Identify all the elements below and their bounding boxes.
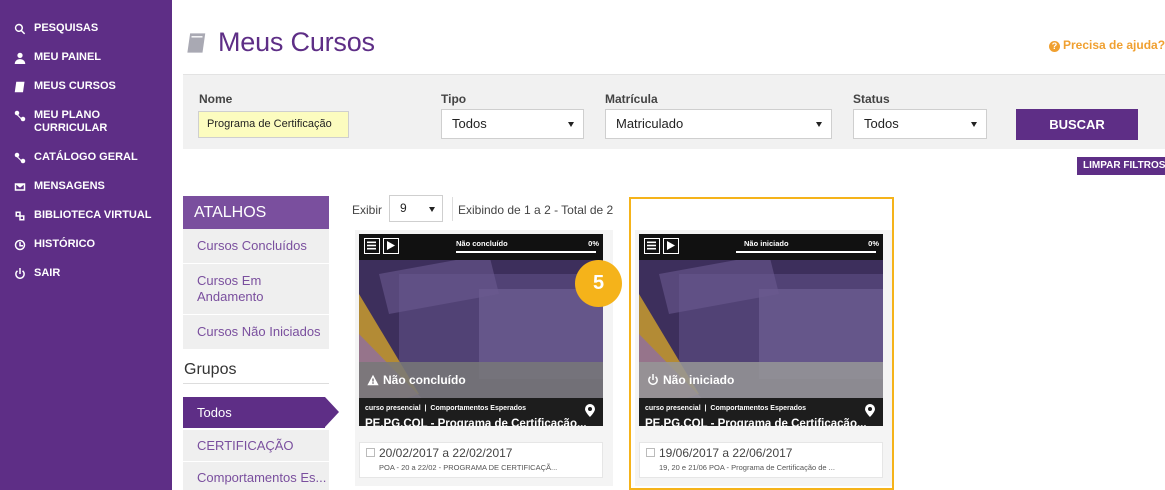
matricula-label: Matrícula [605, 92, 658, 106]
caret-down-icon [971, 122, 977, 127]
sidebar-item-mensagens[interactable]: MENSAGENS [0, 180, 172, 193]
nome-label: Nome [199, 92, 233, 106]
card-dates: 20/02/2017 a 22/02/2017 [379, 446, 513, 460]
exibir-label: Exibir [352, 203, 383, 217]
card-status-small: Não concluído [456, 239, 508, 248]
card-title[interactable]: PE.PG.COL - Programa de Certificação... [365, 418, 597, 426]
menu-icon[interactable] [364, 238, 380, 254]
sidebar: PESQUISAS MEU PAINEL MEUS CURSOS MEU PLA… [0, 0, 172, 490]
envelope-icon [13, 180, 26, 193]
grupo-item-label: Todos [197, 405, 232, 420]
sidebar-item-label: HISTÓRICO [34, 238, 96, 250]
status-label: Status [853, 92, 890, 106]
atalhos-list: Cursos Concluídos Cursos Em Andamento Cu… [183, 229, 329, 350]
book-icon [13, 80, 26, 93]
results-summary: Exibindo de 1 a 2 - Total de 2 [458, 203, 614, 217]
grupo-item-comportamentos[interactable]: Comportamentos Es... [183, 462, 329, 490]
nome-input[interactable]: Programa de Certificação [198, 111, 349, 138]
sidebar-item-meu-painel[interactable]: MEU PAINEL [0, 51, 172, 64]
card-type: curso presencial [365, 405, 421, 412]
status-select[interactable]: Todos [853, 109, 987, 139]
page-title-text: Meus Cursos [218, 27, 375, 57]
sitemap-icon [13, 151, 26, 164]
clock-icon [13, 238, 26, 251]
user-icon [13, 51, 26, 64]
help-link[interactable]: ? Precisa de ajuda? [1049, 38, 1165, 52]
warning-icon [367, 374, 379, 386]
tipo-select[interactable]: Todos [441, 109, 584, 139]
atalho-cursos-nao-iniciados[interactable]: Cursos Não Iniciados [183, 315, 329, 350]
grupos-title: Grupos [184, 361, 237, 378]
search-icon [13, 22, 26, 35]
book-icon [187, 32, 206, 53]
caret-down-icon [429, 207, 435, 212]
tipo-select-value: Todos [452, 116, 487, 131]
sidebar-item-catalogo-geral[interactable]: CATÁLOGO GERAL [0, 151, 172, 164]
card-info: 20/02/2017 a 22/02/2017 POA - 20 a 22/02… [359, 442, 603, 478]
atalho-cursos-concluidos[interactable]: Cursos Concluídos [183, 229, 329, 264]
atalhos-title: ATALHOS [183, 196, 329, 229]
card-tags: curso presencial | Comportamentos Espera… [365, 405, 527, 412]
sidebar-item-label: PESQUISAS [34, 22, 99, 34]
limpar-filtros-button[interactable]: LIMPAR FILTROS [1077, 157, 1165, 175]
per-page-value: 9 [400, 201, 407, 215]
sidebar-item-meus-cursos[interactable]: MEUS CURSOS [0, 80, 172, 93]
calendar-icon [366, 447, 375, 457]
sidebar-item-biblioteca-virtual[interactable]: BIBLIOTECA VIRTUAL [0, 209, 172, 222]
sidebar-item-label: MEU PAINEL [34, 51, 102, 63]
grupo-item-certificacao[interactable]: CERTIFICAÇÃO [183, 430, 329, 461]
tutorial-highlight [629, 197, 894, 490]
play-icon[interactable] [383, 238, 399, 254]
sidebar-item-pesquisas[interactable]: PESQUISAS [0, 22, 172, 35]
step-badge: 5 [575, 260, 622, 307]
status-select-value: Todos [864, 116, 899, 131]
caret-down-icon [568, 122, 574, 127]
sidebar-item-label: SAIR [34, 267, 61, 279]
atalho-cursos-em-andamento[interactable]: Cursos Em Andamento [183, 264, 329, 315]
matricula-select-value: Matriculado [616, 116, 684, 131]
sidebar-item-label: MENSAGENS [34, 180, 105, 192]
sidebar-item-label: MEU PLANO CURRICULAR [34, 109, 108, 134]
filter-bar: Nome Programa de Certificação Tipo Todos… [183, 74, 1165, 149]
question-icon: ? [1049, 41, 1060, 52]
grupo-active-arrow [325, 397, 339, 427]
card-category: Comportamentos Esperados [430, 405, 527, 412]
course-card[interactable]: Não concluído 0% Não concluído curso pre… [355, 230, 613, 486]
caret-down-icon [816, 122, 822, 127]
divider [183, 383, 329, 384]
power-icon [13, 267, 26, 280]
sidebar-item-historico[interactable]: HISTÓRICO [0, 238, 172, 251]
card-description: POA - 20 a 22/02 - PROGRAMA DE CERTIFICA… [379, 463, 558, 472]
buscar-button[interactable]: BUSCAR [1016, 109, 1138, 140]
sidebar-item-label: BIBLIOTECA VIRTUAL [34, 209, 152, 221]
location-pin-icon [585, 404, 595, 417]
card-percent: 0% [588, 239, 599, 248]
page-title: Meus Cursos [186, 27, 375, 58]
tipo-label: Tipo [441, 92, 467, 106]
course-thumbnail: Não concluído 0% Não concluído curso pre… [359, 234, 603, 426]
divider [452, 197, 453, 221]
card-status-band: Não concluído [359, 362, 603, 398]
library-icon [13, 209, 26, 222]
matricula-select[interactable]: Matriculado [605, 109, 832, 139]
sidebar-item-label: CATÁLOGO GERAL [34, 151, 138, 163]
card-topbar: Não concluído 0% [359, 234, 603, 260]
help-label: Precisa de ajuda? [1063, 38, 1165, 52]
card-footer: curso presencial | Comportamentos Espera… [359, 398, 603, 426]
sitemap-icon [13, 109, 26, 122]
card-status: Não concluído [383, 373, 466, 387]
grupo-item-todos[interactable]: Todos [183, 397, 339, 428]
sidebar-item-label: MEUS CURSOS [34, 80, 116, 92]
sidebar-item-sair[interactable]: SAIR [0, 267, 172, 280]
progress-bar [456, 251, 596, 253]
sidebar-item-meu-plano-curricular[interactable]: MEU PLANO CURRICULAR [0, 109, 172, 135]
per-page-select[interactable]: 9 [389, 195, 443, 222]
